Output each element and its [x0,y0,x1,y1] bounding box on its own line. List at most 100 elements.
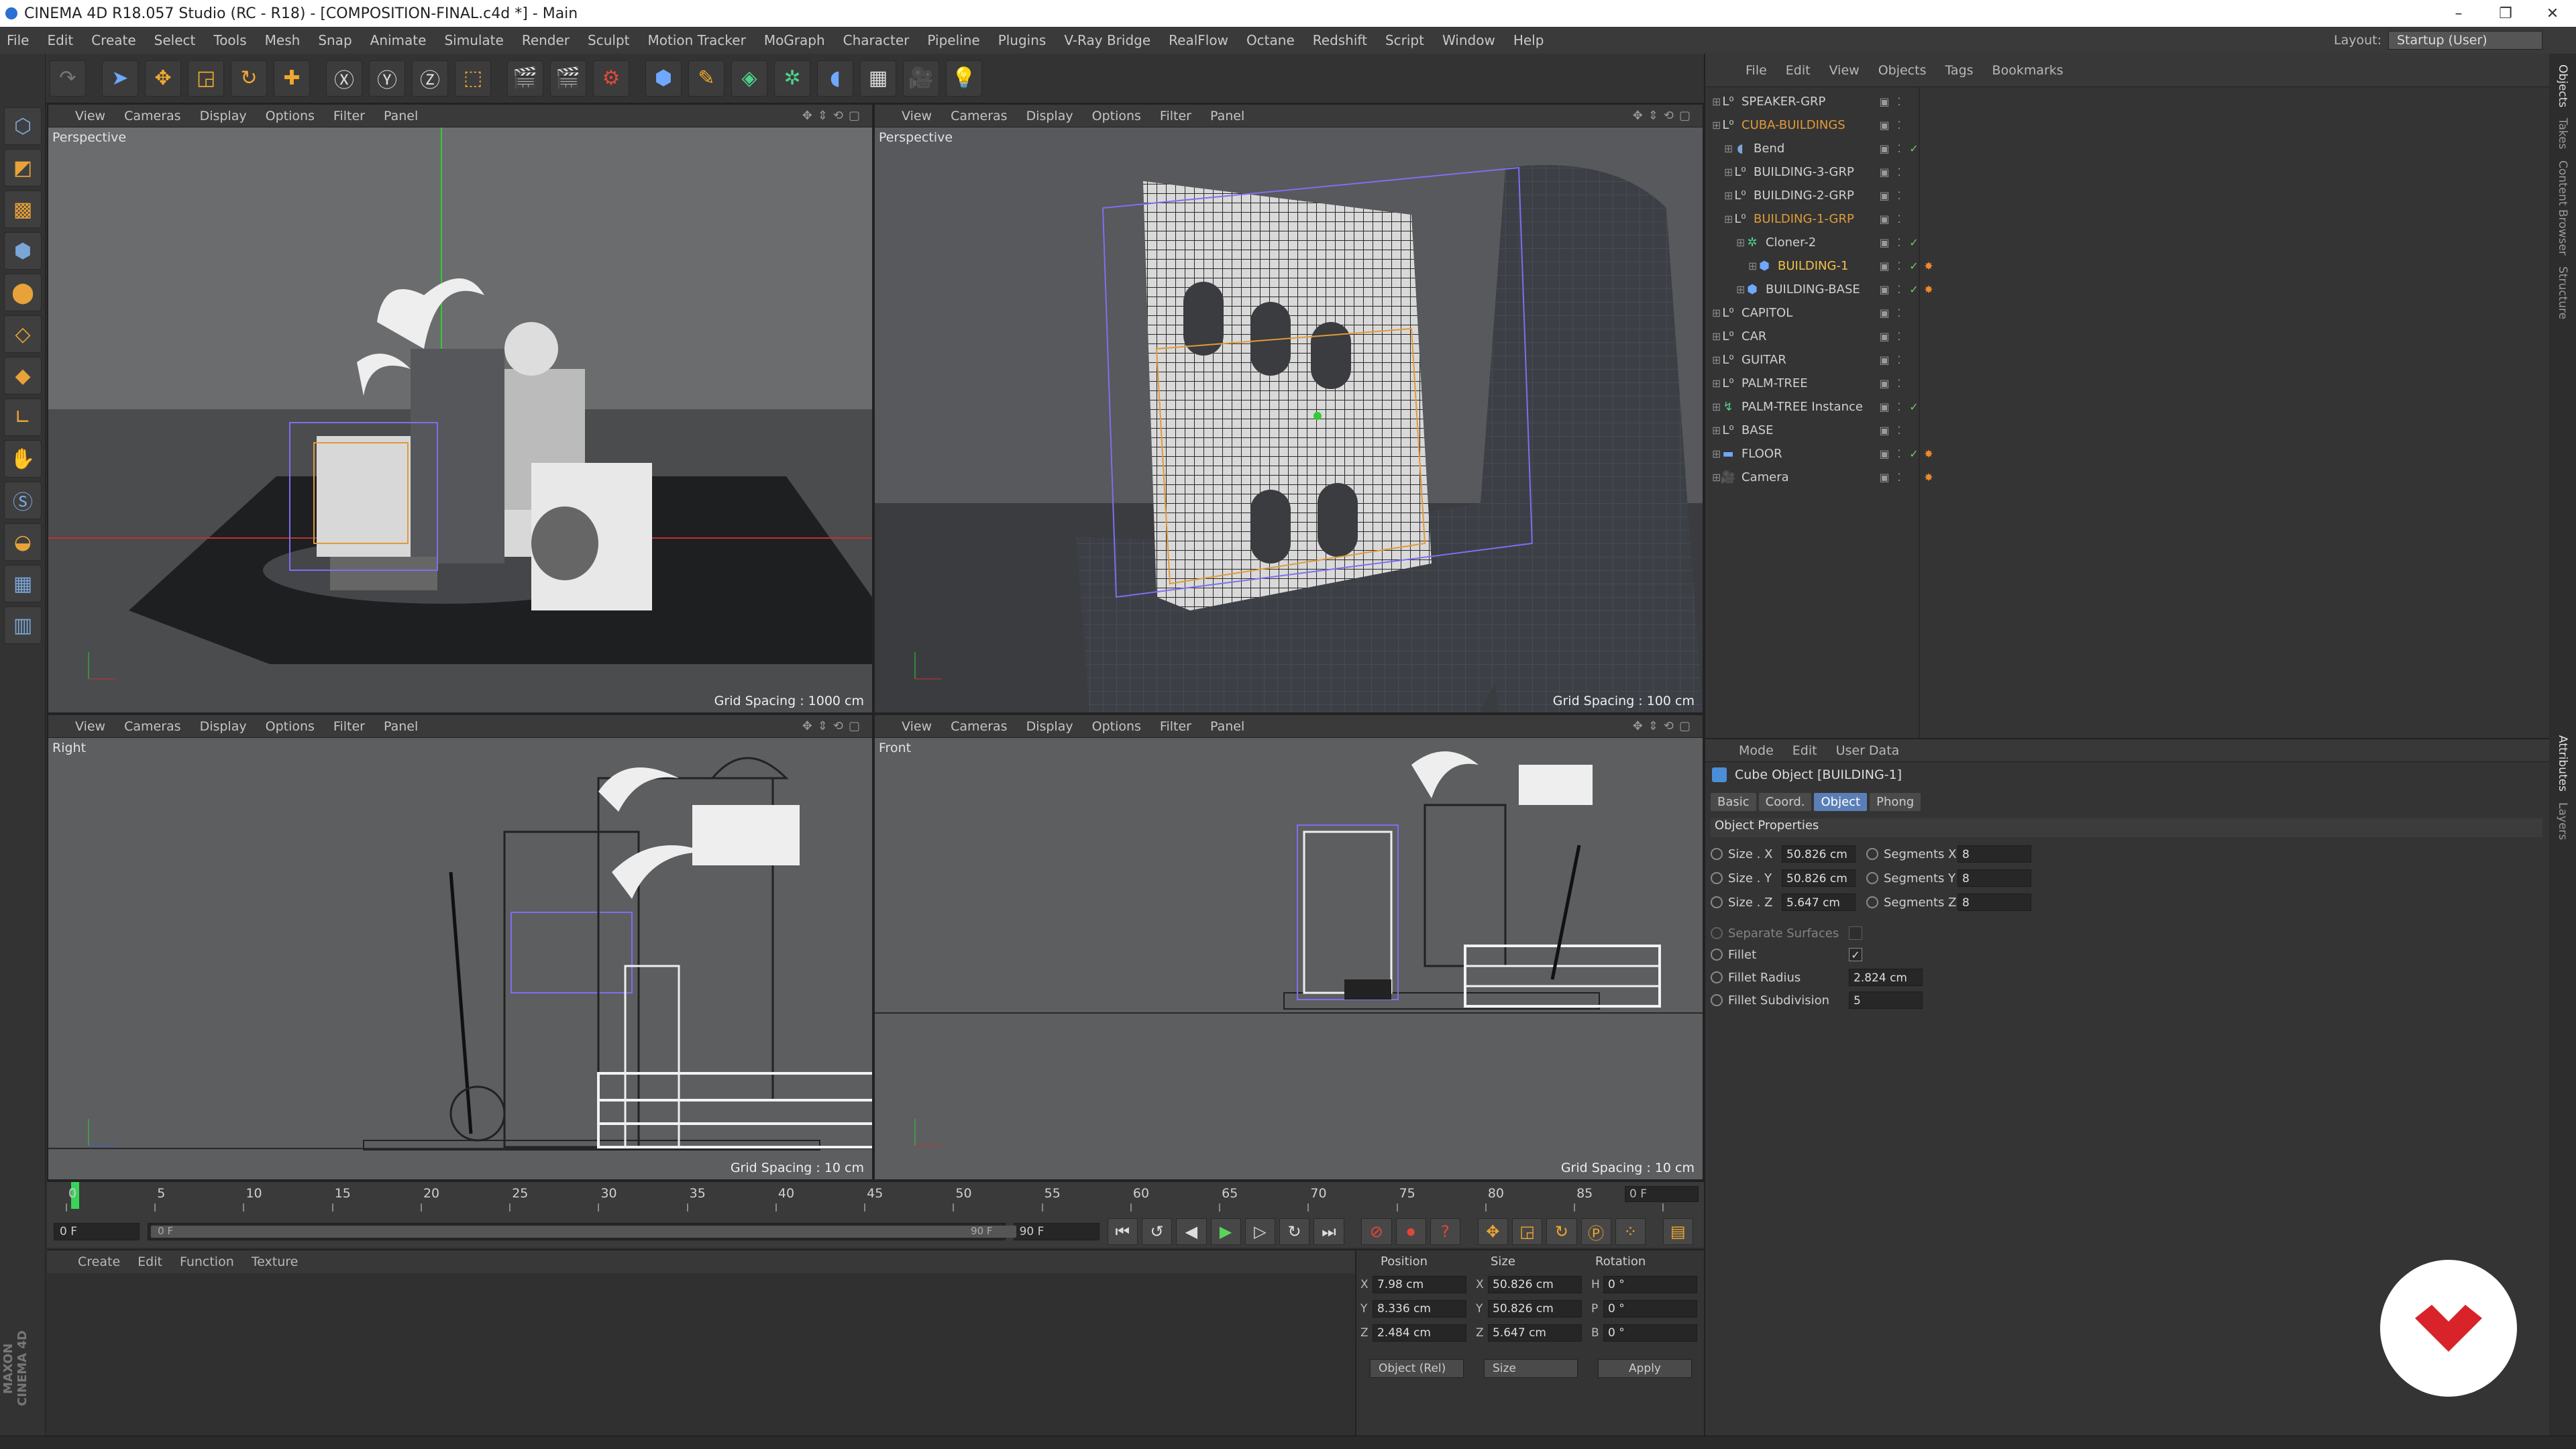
grid-lock-icon[interactable]: ▦ [4,565,42,602]
vp-menu-filter[interactable]: Filter [333,109,365,123]
vp-menu-cameras[interactable]: Cameras [124,109,180,123]
vp-menu-view[interactable]: View [75,719,105,734]
layer-icon[interactable]: ▣ [1877,424,1892,437]
visibility-dots-icon[interactable]: ⁚ [1892,166,1907,178]
dock-tab-layers[interactable]: Layers [2556,802,2569,840]
am-menu-user-data[interactable]: User Data [1836,743,1900,758]
menu-edit[interactable]: Edit [47,32,73,48]
vp-menu-display[interactable]: Display [1026,109,1073,123]
vp-menu-filter[interactable]: Filter [333,719,365,734]
expand-toggle-icon[interactable]: ⊞ [1736,283,1746,296]
coordinate-mode-dropdown[interactable]: Object (Rel) [1370,1359,1464,1378]
animate-dot-icon[interactable] [1711,949,1723,961]
autokeying-icon[interactable]: ⏺ [1395,1218,1426,1245]
cloner-icon[interactable]: ✲ [774,60,810,97]
size-z-field[interactable]: 5.647 cm [1782,894,1856,911]
layout-dropdown[interactable]: Startup (User) [2388,31,2542,50]
viewport-front[interactable]: View Cameras Display Options Filter Pane… [873,714,1704,1181]
go-to-end-icon[interactable]: ⏭ [1313,1218,1344,1245]
expand-toggle-icon[interactable]: ⊞ [1712,95,1721,108]
fillet-checkbox[interactable]: ✓ [1849,948,1862,961]
visibility-dots-icon[interactable]: ⁚ [1892,236,1907,249]
expand-toggle-icon[interactable]: ⊞ [1712,354,1721,366]
expand-toggle-icon[interactable]: ⊞ [1712,307,1721,319]
animate-dot-icon[interactable] [1711,872,1723,884]
viewport-perspective-2[interactable]: View Cameras Display Options Filter Pane… [873,103,1704,714]
layer-icon[interactable]: ▣ [1877,95,1892,108]
visibility-dots-icon[interactable]: ⁚ [1892,307,1907,319]
brush-icon[interactable]: ▥ [4,606,42,644]
visibility-dots-icon[interactable]: ⁚ [1892,330,1907,343]
tab-basic[interactable]: Basic [1711,793,1756,811]
segments-y-field[interactable]: 8 [1957,869,2031,887]
key-scale-icon[interactable]: ◲ [1511,1218,1543,1245]
menu-realflow[interactable]: RealFlow [1169,32,1228,48]
dock-tab-objects[interactable]: Objects [2556,64,2569,107]
expand-toggle-icon[interactable]: ⊞ [1748,260,1758,272]
position-field[interactable]: 2.484 cm [1373,1324,1466,1342]
expand-toggle-icon[interactable]: ⊞ [1712,447,1721,460]
menu-mesh[interactable]: Mesh [265,32,301,48]
animate-dot-icon[interactable] [1711,994,1723,1006]
size-x-field[interactable]: 50.826 cm [1782,845,1856,863]
layer-icon[interactable]: ▣ [1877,166,1892,178]
dock-tab-attributes[interactable]: Attributes [2556,735,2569,792]
expand-toggle-icon[interactable]: ⊞ [1724,166,1733,178]
menu-plugins[interactable]: Plugins [998,32,1046,48]
key-rotation-icon[interactable]: ↻ [1546,1218,1577,1245]
tab-phong[interactable]: Phong [1870,793,1921,811]
size-field[interactable]: 5.647 cm [1488,1324,1582,1342]
dock-tab-takes[interactable]: Takes [2556,118,2569,150]
previous-key-icon[interactable]: ↺ [1141,1218,1173,1245]
object-row[interactable]: ⊞ ⬢ BUILDING-BASE ▣ ⁚ ✓ ✸ [1705,278,2551,301]
vp-menu-options[interactable]: Options [1092,109,1141,123]
expand-toggle-icon[interactable]: ⊞ [1724,189,1733,202]
menu-select[interactable]: Select [154,32,196,48]
vp-menu-view[interactable]: View [75,109,105,123]
vp-menu-display[interactable]: Display [200,719,247,734]
edit-render-settings-icon[interactable]: ⚙ [593,60,629,97]
viewport-nav-icons[interactable]: ✥⇕⟲▢ [802,109,865,123]
vp-menu-options[interactable]: Options [266,719,315,734]
dock-tab-structure[interactable]: Structure [2556,266,2569,319]
camera-icon[interactable]: 🎥 [903,60,939,97]
render-view-icon[interactable]: 🎬 [507,60,543,97]
fillet-radius-field[interactable]: 2.824 cm [1849,969,1923,986]
object-row[interactable]: ⊞ L⁰ BUILDING-2-GRP ▣ ⁚ [1705,184,2551,207]
object-row[interactable]: ⊞ L⁰ PALM-TREE ▣ ⁚ [1705,372,2551,395]
animate-dot-icon[interactable] [1711,971,1723,983]
object-row[interactable]: ⊞ L⁰ CAR ▣ ⁚ [1705,325,2551,348]
axis-mode-icon[interactable]: ∟ [4,398,42,436]
menu-help[interactable]: Help [1513,32,1544,48]
menu-window[interactable]: Window [1442,32,1495,48]
play-forward-icon[interactable]: ▶ [1210,1218,1241,1245]
layer-icon[interactable]: ▣ [1877,377,1892,390]
tag-icon[interactable]: ✸ [1921,447,1936,460]
object-row[interactable]: ⊞ L⁰ BUILDING-3-GRP ▣ ⁚ [1705,160,2551,184]
texture-mode-icon[interactable]: ▩ [4,191,42,228]
expand-toggle-icon[interactable]: ⊞ [1724,213,1733,225]
next-frame-icon[interactable]: ▷ [1244,1218,1276,1245]
vp-menu-cameras[interactable]: Cameras [951,109,1007,123]
layer-icon[interactable]: ▣ [1877,471,1892,484]
size-field[interactable]: 50.826 cm [1488,1276,1582,1293]
vp-menu-display[interactable]: Display [1026,719,1073,734]
lock-y-axis-icon[interactable]: Ⓨ [369,60,405,97]
expand-toggle-icon[interactable]: ⊞ [1736,236,1746,249]
am-menu-mode[interactable]: Mode [1739,743,1774,758]
keyframe-selection-icon[interactable]: ? [1430,1218,1461,1245]
floor-scene-icon[interactable]: ▦ [860,60,896,97]
snapping-icon[interactable]: Ⓢ [4,482,42,519]
preview-range-slider[interactable]: 0 F 90 F [148,1223,1017,1240]
viewport-nav-icons[interactable]: ✥⇕⟲▢ [1633,109,1696,123]
layer-icon[interactable]: ▣ [1877,260,1892,272]
animate-dot-icon[interactable] [1866,872,1878,884]
tab-coord[interactable]: Coord. [1758,793,1812,811]
make-editable-icon[interactable]: ⬡ [4,107,42,145]
next-key-icon[interactable]: ↻ [1279,1218,1310,1245]
layer-icon[interactable]: ▣ [1877,307,1892,319]
tweak-mode-icon[interactable]: ✋ [4,440,42,478]
apply-button[interactable]: Apply [1598,1359,1692,1378]
live-selection-icon[interactable]: ➤ [102,60,138,97]
menu-snap[interactable]: Snap [318,32,352,48]
